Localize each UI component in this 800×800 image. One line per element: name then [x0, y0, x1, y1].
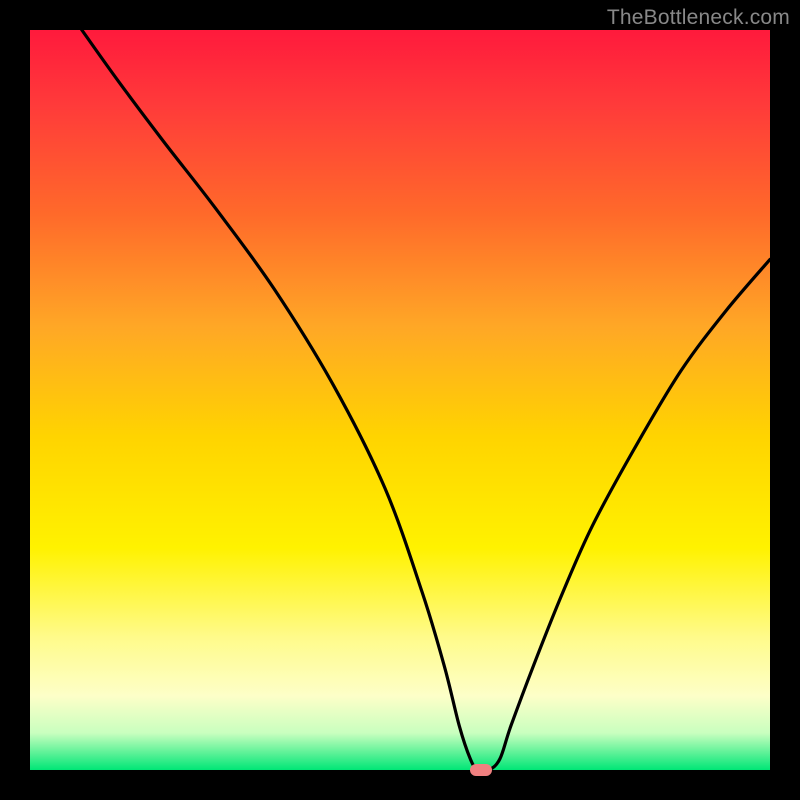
watermark-text: TheBottleneck.com: [607, 6, 790, 30]
bottleneck-curve: [30, 30, 770, 770]
minimum-marker: [470, 764, 492, 776]
plot-area: [30, 30, 770, 770]
chart-frame: TheBottleneck.com: [0, 0, 800, 800]
